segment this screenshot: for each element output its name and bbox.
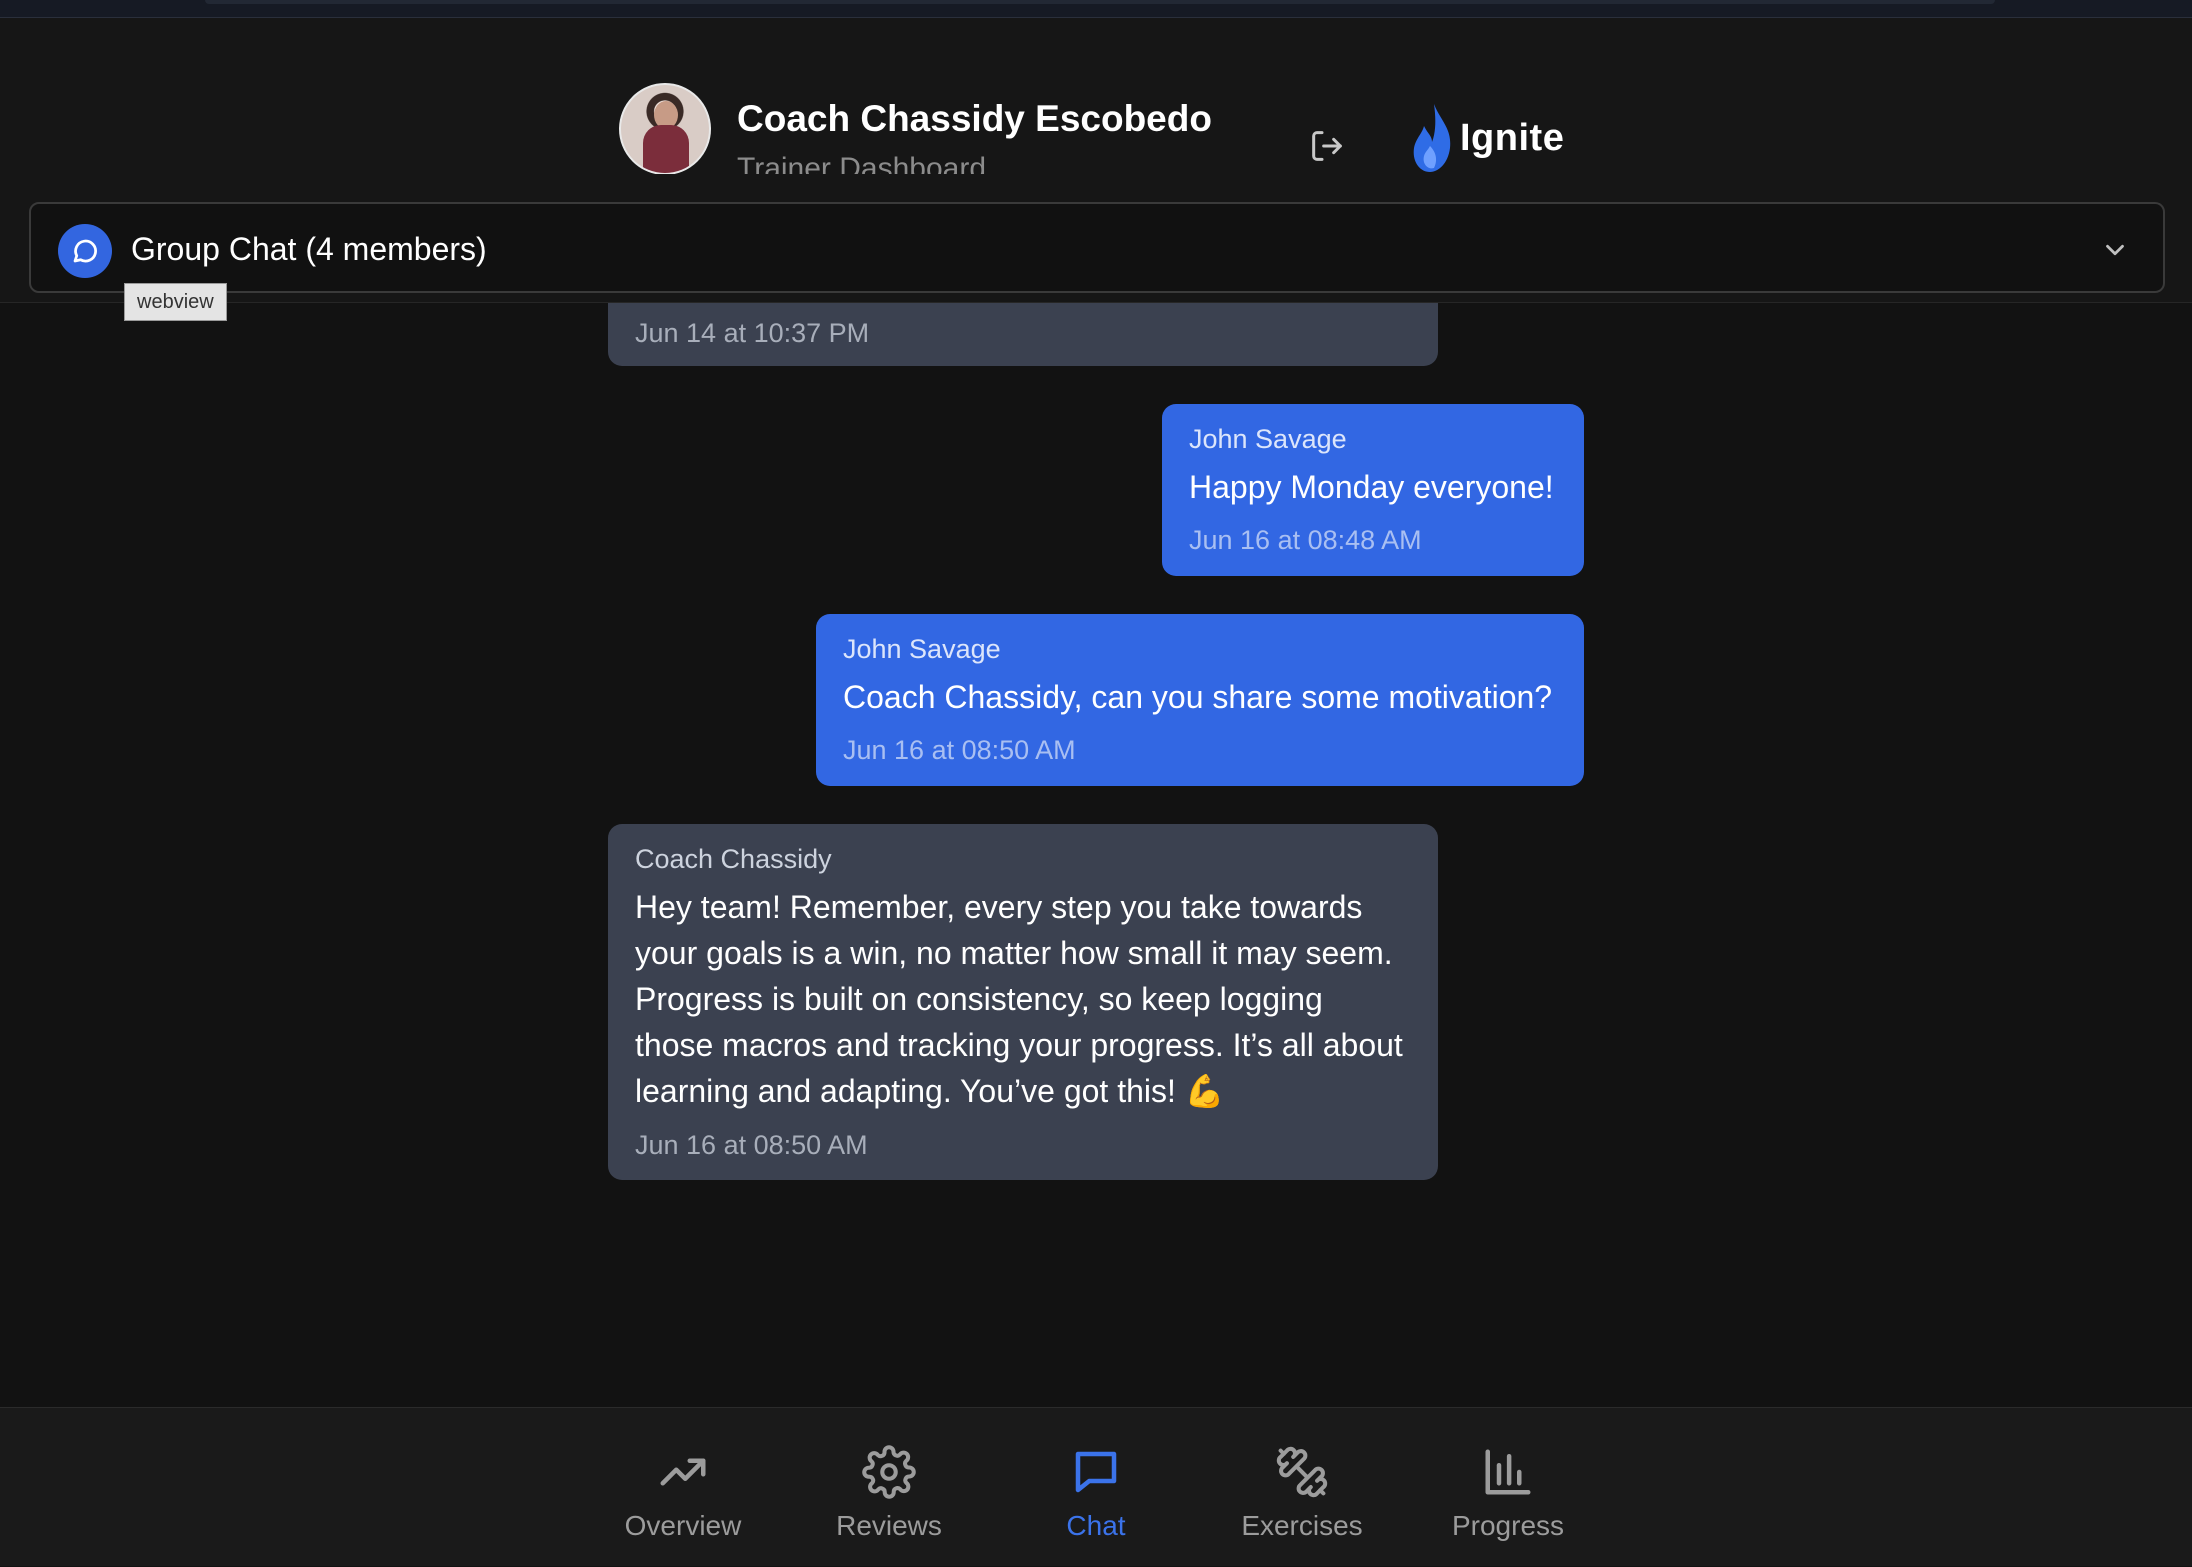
- chat-messages[interactable]: Jun 14 at 10:37 PM John Savage Happy Mon…: [0, 303, 2192, 1407]
- coach-profile: Coach Chassidy Escobedo Trainer Dashboar…: [600, 78, 1320, 174]
- bar-chart-icon: [1480, 1444, 1536, 1500]
- message-text: Hey team! Remember, every step you take …: [635, 884, 1425, 1114]
- avatar-body: [643, 125, 689, 173]
- message-line: Hey team! Remember, every step you take …: [635, 889, 1363, 925]
- message-line: Progress is built on consistency, so kee…: [635, 981, 1323, 1017]
- logout-icon: [1312, 131, 1342, 161]
- bottom-nav: Overview Reviews Chat Exercises Progress: [0, 1407, 2192, 1566]
- message-line: your goals is a win, no matter how small…: [635, 935, 1393, 971]
- avatar[interactable]: [619, 83, 711, 174]
- browser-address-edge: [205, 0, 1995, 4]
- message-bubble: John Savage Happy Monday everyone! Jun 1…: [1162, 404, 1584, 576]
- message-bubble: John Savage Coach Chassidy, can you shar…: [816, 614, 1584, 786]
- nav-label: Exercises: [1241, 1510, 1363, 1541]
- message-line: those macros and tracking your progress.…: [635, 1027, 1403, 1063]
- logout-button[interactable]: [1305, 124, 1349, 168]
- nav-exercises[interactable]: Exercises: [1202, 1408, 1402, 1567]
- dumbbell-icon: [1274, 1444, 1330, 1500]
- message-line: learning and adapting. You’ve got this! …: [635, 1073, 1225, 1109]
- brand-logo[interactable]: Ignite: [1410, 100, 1564, 176]
- nav-overview[interactable]: Overview: [583, 1408, 783, 1567]
- message-sender: Coach Chassidy: [635, 844, 832, 874]
- message-sender: John Savage: [843, 634, 1001, 664]
- message-time: Jun 16 at 08:50 AM: [635, 1130, 868, 1160]
- nav-label: Overview: [624, 1510, 742, 1541]
- nav-reviews[interactable]: Reviews: [789, 1408, 989, 1567]
- webview-tooltip: webview: [124, 283, 227, 321]
- message-text: Happy Monday everyone!: [1189, 469, 1554, 505]
- coach-subtitle: Trainer Dashboard: [737, 152, 987, 174]
- nav-label: Chat: [1066, 1510, 1126, 1541]
- message-time: Jun 14 at 10:37 PM: [635, 318, 870, 348]
- message-bubble: Coach Chassidy Hey team! Remember, every…: [608, 824, 1438, 1180]
- chat-selector-dropdown[interactable]: Group Chat (4 members): [29, 202, 2165, 293]
- gear-icon: [861, 1444, 917, 1500]
- message-text: Coach Chassidy, can you share some motiv…: [843, 679, 1553, 715]
- message-time: Jun 16 at 08:50 AM: [843, 735, 1076, 765]
- app-header: Coach Chassidy Escobedo Trainer Dashboar…: [0, 18, 2192, 321]
- chevron-down-icon: [2097, 232, 2133, 268]
- message-time: Jun 16 at 08:48 AM: [1189, 525, 1422, 555]
- nav-label: Progress: [1451, 1510, 1565, 1541]
- browser-top-strip: [0, 0, 2192, 18]
- flame-icon: [1413, 104, 1451, 172]
- message-sender: John Savage: [1189, 424, 1347, 454]
- chat-icon: [1068, 1444, 1124, 1500]
- coach-name: Coach Chassidy Escobedo: [737, 98, 1212, 139]
- nav-label: Reviews: [836, 1510, 942, 1541]
- trending-up-icon: [655, 1444, 711, 1500]
- chat-bubble-icon: [58, 224, 112, 278]
- brand-name: Ignite: [1460, 116, 1565, 159]
- message-bubble: Jun 14 at 10:37 PM: [608, 303, 1438, 366]
- chat-selector-label: Group Chat (4 members): [131, 231, 487, 267]
- nav-chat[interactable]: Chat: [996, 1408, 1196, 1567]
- nav-progress[interactable]: Progress: [1408, 1408, 1608, 1567]
